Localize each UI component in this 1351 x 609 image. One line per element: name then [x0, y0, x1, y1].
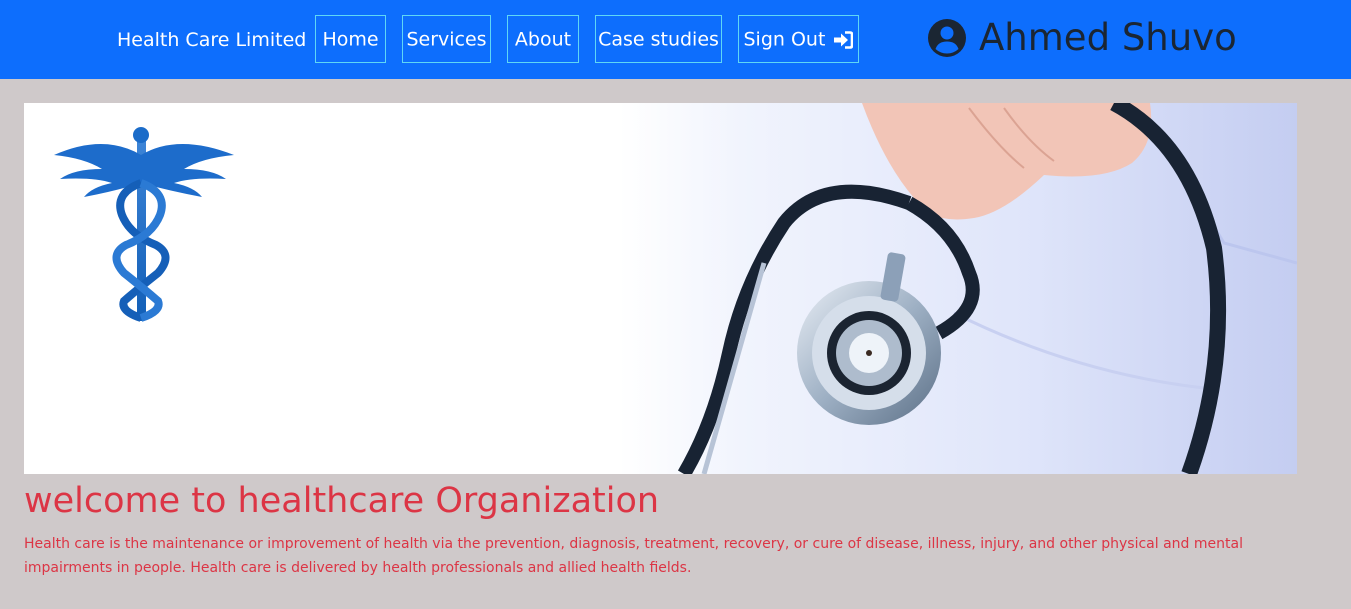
nav-case-studies-label: Case studies — [598, 28, 719, 51]
nav-services-label: Services — [406, 28, 487, 51]
user-name: Ahmed Shuvo — [979, 16, 1237, 59]
page-heading: welcome to healthcare Organization — [24, 481, 660, 521]
nav-about-label: About — [514, 28, 572, 51]
sign-in-alt-icon — [834, 30, 854, 49]
sign-out-button[interactable]: Sign Out — [738, 15, 859, 63]
nav-case-studies-button[interactable]: Case studies — [595, 15, 722, 63]
nav-services-button[interactable]: Services — [402, 15, 491, 63]
nav-home-label: Home — [322, 28, 379, 51]
sign-out-label: Sign Out — [743, 28, 826, 51]
navbar: Health Care Limited Home Services About … — [0, 0, 1351, 79]
nav-home-button[interactable]: Home — [315, 15, 386, 63]
page-description: Health care is the maintenance or improv… — [24, 536, 1243, 576]
hero-banner — [24, 103, 1297, 474]
user-profile[interactable]: Ahmed Shuvo — [927, 14, 1237, 62]
hero-image — [24, 103, 1297, 474]
brand-link[interactable]: Health Care Limited — [117, 29, 306, 51]
nav-about-button[interactable]: About — [507, 15, 579, 63]
user-circle-icon — [928, 19, 966, 57]
